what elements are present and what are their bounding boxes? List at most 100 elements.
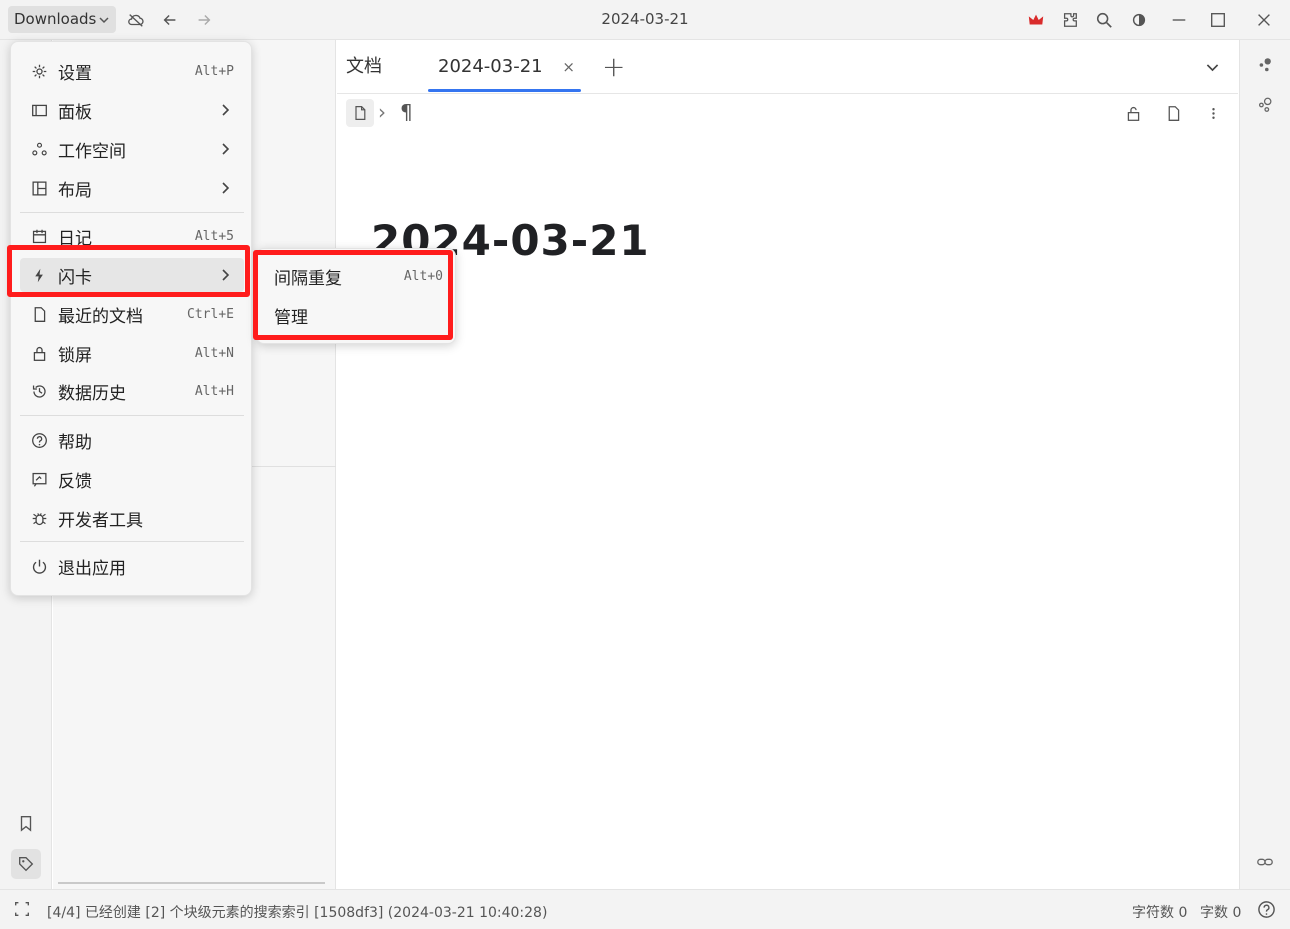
tag-icon[interactable] [11, 849, 41, 879]
crown-icon[interactable] [1024, 8, 1048, 32]
menu-separator [20, 541, 244, 542]
char-count: 字符数 0 [1132, 905, 1188, 921]
status-bar: [4/4] 已经创建 [2] 个块级元素的搜索索引 [1508df3] (202… [0, 889, 1290, 929]
plugin-icon[interactable] [1058, 8, 1082, 32]
menu-item-quit[interactable]: 退出应用 [20, 549, 244, 583]
menu-item-data-history[interactable]: 数据历史 Alt+H [20, 374, 244, 408]
menu-item-label: 布局 [58, 180, 92, 201]
submenu-item-label: 间隔重复 [274, 268, 342, 289]
close-icon[interactable] [1252, 8, 1276, 32]
menu-item-label: 最近的文档 [58, 306, 143, 327]
submenu-item-manage[interactable]: 管理 [263, 298, 449, 332]
breadcrumb: › ¶ [337, 95, 1238, 135]
chevron-right-icon [222, 182, 230, 194]
minimize-icon[interactable] [1167, 8, 1191, 32]
status-message: [4/4] 已经创建 [2] 个块级元素的搜索索引 [1508df3] (202… [47, 905, 548, 921]
help-icon [29, 430, 49, 450]
submenu-item-spaced-repetition[interactable]: 间隔重复 Alt+0 [263, 259, 449, 293]
menu-separator [20, 415, 244, 416]
graph-icon[interactable] [1250, 90, 1280, 120]
shortcut-label: Alt+N [194, 345, 234, 361]
panel-scrollbar[interactable] [58, 882, 325, 884]
panel-icon [29, 100, 49, 120]
shortcut-label: Alt+P [194, 63, 234, 79]
workspace-name: Downloads [14, 10, 97, 28]
editor-area: 文档 2024-03-21 × + › ¶ 2024-03-21 [337, 40, 1238, 889]
menu-item-label: 反馈 [58, 471, 92, 492]
chevron-down-icon [99, 16, 109, 23]
active-tab-indicator [428, 89, 581, 92]
menu-item-flashcard[interactable]: 闪卡 [20, 258, 244, 292]
menu-item-lock-screen[interactable]: 锁屏 Alt+N [20, 336, 244, 370]
shortcut-label: Alt+H [194, 383, 234, 399]
menu-item-settings[interactable]: 设置 Alt+P [20, 54, 244, 88]
flashcard-submenu: 间隔重复 Alt+0 管理 [256, 248, 456, 344]
shortcut-label: Alt+5 [194, 228, 234, 244]
menu-item-label: 退出应用 [58, 558, 126, 579]
menu-item-help[interactable]: 帮助 [20, 423, 244, 457]
lightning-icon [29, 265, 49, 285]
power-icon [29, 556, 49, 576]
shortcut-label: Alt+0 [403, 268, 443, 284]
menu-item-feedback[interactable]: 反馈 [20, 462, 244, 496]
file-icon[interactable] [1161, 101, 1185, 125]
gear-icon [29, 61, 49, 81]
search-icon[interactable] [1092, 8, 1116, 32]
workspace-icon [29, 139, 49, 159]
menu-item-label: 开发者工具 [58, 510, 143, 531]
document-icon [29, 304, 49, 324]
menu-item-label: 工作空间 [58, 141, 126, 162]
word-count: 字数 0 [1200, 905, 1242, 921]
menu-item-devtools[interactable]: 开发者工具 [20, 501, 244, 535]
calendar-icon [29, 226, 49, 246]
title-bar: Downloads 2024-03-21 [0, 0, 1290, 40]
help-icon[interactable] [1257, 900, 1277, 920]
menu-item-panel[interactable]: 面板 [20, 93, 244, 127]
right-dock [1239, 40, 1290, 889]
bookmark-icon[interactable] [11, 808, 41, 838]
lock-icon [29, 343, 49, 363]
back-arrow-icon[interactable] [158, 8, 182, 32]
chevron-right-icon [222, 104, 230, 116]
menu-separator [20, 212, 244, 213]
more-vertical-icon[interactable] [1201, 101, 1225, 125]
forward-arrow-icon[interactable] [192, 8, 216, 32]
menu-item-label: 帮助 [58, 432, 92, 453]
menu-item-label: 闪卡 [58, 267, 92, 288]
workspace-button[interactable]: Downloads [8, 6, 117, 33]
maximize-icon[interactable] [1206, 8, 1230, 32]
menu-item-label: 设置 [58, 63, 92, 84]
bug-icon [29, 508, 49, 528]
tab-bar: 文档 2024-03-21 × + [337, 40, 1238, 94]
paragraph-icon[interactable]: ¶ [400, 100, 413, 124]
menu-item-label: 日记 [58, 228, 92, 249]
main-menu: 设置 Alt+P 面板 工作空间 布局 日记 Alt+5 闪卡 最近的文档 Ct… [10, 41, 252, 596]
menu-item-label: 面板 [58, 102, 92, 123]
shortcut-label: Ctrl+E [187, 306, 234, 322]
tab-list-chevron-icon[interactable] [1200, 55, 1224, 79]
menu-item-label: 数据历史 [58, 383, 126, 404]
layout-icon [29, 178, 49, 198]
feedback-icon [29, 469, 49, 489]
document-icon[interactable] [346, 99, 374, 127]
menu-item-dailynote[interactable]: 日记 Alt+5 [20, 219, 244, 253]
theme-mode-icon[interactable] [1127, 8, 1151, 32]
submenu-item-label: 管理 [274, 307, 308, 328]
tab-2024-03-21[interactable]: 2024-03-21 × [438, 40, 575, 94]
chevron-right-icon [222, 269, 230, 281]
tab-docs[interactable]: 文档 [346, 40, 382, 94]
tab-active-label: 2024-03-21 [438, 56, 543, 77]
chevron-right-icon [222, 143, 230, 155]
menu-item-workspace[interactable]: 工作空间 [20, 132, 244, 166]
history-icon [29, 381, 49, 401]
menu-item-recent-docs[interactable]: 最近的文档 Ctrl+E [20, 297, 244, 331]
unlock-icon[interactable] [1121, 101, 1145, 125]
tab-close-button[interactable]: × [562, 58, 575, 76]
backlink-icon[interactable] [1250, 847, 1280, 877]
menu-item-label: 锁屏 [58, 345, 92, 366]
outline-icon[interactable] [1250, 50, 1280, 80]
dock-toggle-icon[interactable] [13, 900, 33, 920]
add-tab-button[interactable]: + [602, 40, 625, 94]
cloud-off-icon[interactable] [124, 8, 148, 32]
menu-item-layout[interactable]: 布局 [20, 171, 244, 205]
